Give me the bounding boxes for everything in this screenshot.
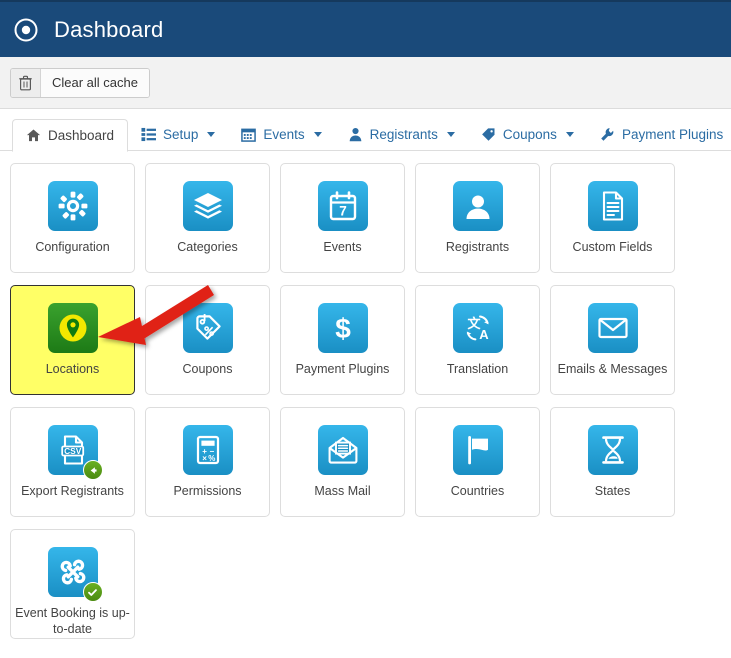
svg-text:%: % (208, 454, 215, 463)
tab-dashboard-label: Dashboard (48, 128, 114, 143)
wrench-icon (600, 127, 615, 142)
translate-icon: 文 A (453, 303, 503, 353)
arrow-left-badge-icon (83, 460, 103, 480)
tile-label: Countries (416, 484, 539, 500)
tile-label: Locations (11, 362, 134, 378)
gear-icon (48, 181, 98, 231)
tab-payment-plugins-label: Payment Plugins (622, 127, 723, 142)
tile-payment-plugins[interactable]: $ Payment Plugins (280, 285, 405, 395)
map-pin-icon (48, 303, 98, 353)
page-header: Dashboard (0, 0, 731, 57)
chevron-down-icon (447, 132, 455, 137)
tab-events-label: Events (263, 127, 304, 142)
tab-setup-label: Setup (163, 127, 198, 142)
tile-permissions[interactable]: +− ×% Permissions (145, 407, 270, 517)
tile-translation[interactable]: 文 A Translation (415, 285, 540, 395)
tile-mass-mail[interactable]: Mass Mail (280, 407, 405, 517)
joomla-icon (48, 547, 98, 597)
tile-label: States (551, 484, 674, 500)
layers-icon (183, 181, 233, 231)
svg-text:CSV: CSV (64, 446, 82, 456)
tile-label: Configuration (11, 240, 134, 256)
tile-label: Payment Plugins (281, 362, 404, 378)
tag-percent-icon (183, 303, 233, 353)
svg-text:A: A (479, 327, 489, 342)
trash-icon (11, 69, 41, 97)
tile-label: Mass Mail (281, 484, 404, 500)
page-title: Dashboard (54, 17, 163, 43)
tile-label: Translation (416, 362, 539, 378)
clear-all-cache-button[interactable]: Clear all cache (10, 68, 150, 98)
tile-events[interactable]: 7 Events (280, 163, 405, 273)
user-portrait-icon (453, 181, 503, 231)
tab-events[interactable]: Events (228, 118, 334, 151)
target-circle-icon (14, 18, 38, 42)
svg-text:$: $ (335, 313, 351, 344)
clear-all-cache-label: Clear all cache (41, 69, 149, 97)
chevron-down-icon (207, 132, 215, 137)
open-envelope-icon (318, 425, 368, 475)
calendar-7-icon: 7 (318, 181, 368, 231)
svg-text:7: 7 (339, 203, 347, 218)
tile-label: Emails & Messages (551, 362, 674, 378)
list-grid-icon (141, 127, 156, 142)
tile-registrants[interactable]: Registrants (415, 163, 540, 273)
tile-coupons[interactable]: Coupons (145, 285, 270, 395)
hourglass-icon (588, 425, 638, 475)
check-badge-icon (83, 582, 103, 602)
tab-setup[interactable]: Setup (128, 118, 228, 151)
tile-label: Registrants (416, 240, 539, 256)
tab-dashboard[interactable]: Dashboard (12, 119, 128, 152)
tile-locations[interactable]: Locations (10, 285, 135, 395)
csv-file-icon: CSV (48, 425, 98, 475)
tile-label: Events (281, 240, 404, 256)
flag-icon (453, 425, 503, 475)
tag-icon (481, 127, 496, 142)
toolbar: Clear all cache (0, 57, 731, 109)
tile-label: Export Registrants (11, 484, 134, 500)
tile-label: Event Booking is up-to-date (11, 606, 134, 637)
main-tabbar: Dashboard Setup (0, 109, 731, 151)
tile-export-registrants[interactable]: CSV Export Registrants (10, 407, 135, 517)
tile-emails-messages[interactable]: Emails & Messages (550, 285, 675, 395)
tab-coupons[interactable]: Coupons (468, 118, 587, 151)
calendar-icon (241, 127, 256, 142)
dollar-icon: $ (318, 303, 368, 353)
tab-registrants[interactable]: Registrants (335, 118, 468, 151)
tile-configuration[interactable]: Configuration (10, 163, 135, 273)
tile-label: Permissions (146, 484, 269, 500)
chevron-down-icon (566, 132, 574, 137)
tile-countries[interactable]: Countries (415, 407, 540, 517)
tab-payment-plugins[interactable]: Payment Plugins (587, 118, 731, 151)
calculator-icon: +− ×% (183, 425, 233, 475)
tile-states[interactable]: States (550, 407, 675, 517)
tile-label: Coupons (146, 362, 269, 378)
tab-coupons-label: Coupons (503, 127, 557, 142)
home-icon (26, 128, 41, 143)
tile-label: Categories (146, 240, 269, 256)
tile-custom-fields[interactable]: Custom Fields (550, 163, 675, 273)
envelope-icon (588, 303, 638, 353)
chevron-down-icon (314, 132, 322, 137)
dashboard-tile-grid: Configuration Categories 7 Events (0, 151, 690, 651)
tile-label: Custom Fields (551, 240, 674, 256)
user-icon (348, 127, 363, 142)
document-icon (588, 181, 638, 231)
tile-event-booking-status[interactable]: Event Booking is up-to-date (10, 529, 135, 639)
tab-registrants-label: Registrants (370, 127, 438, 142)
svg-text:×: × (202, 454, 207, 463)
tile-categories[interactable]: Categories (145, 163, 270, 273)
